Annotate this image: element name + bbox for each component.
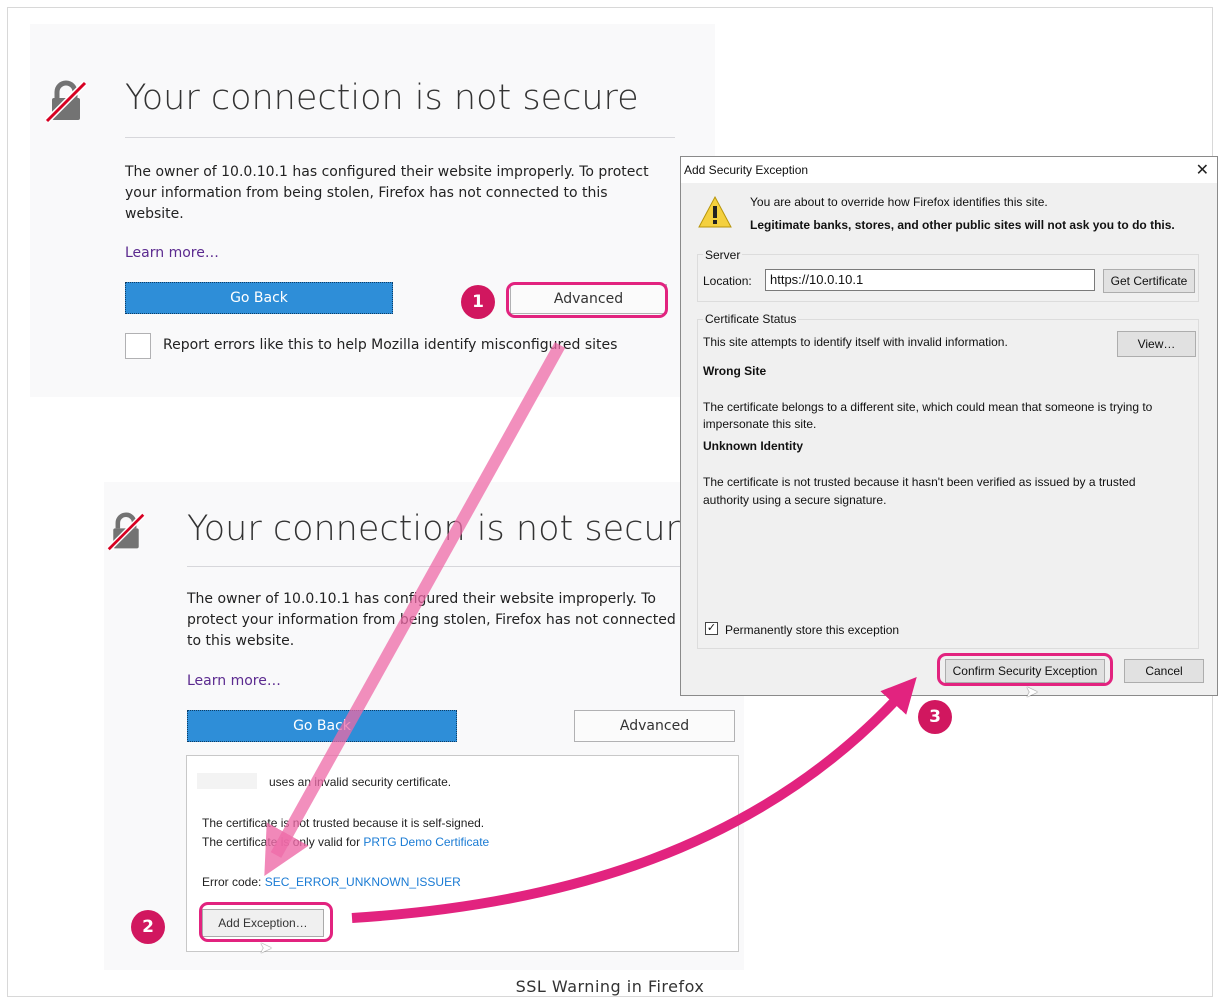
self-signed-text: The certificate is not trusted because i… <box>202 816 485 830</box>
figure-caption: SSL Warning in Firefox <box>515 977 705 996</box>
wrong-site-text-1: The certificate belongs to a different s… <box>703 400 1153 414</box>
prtg-cert-link[interactable]: PRTG Demo Certificate <box>363 835 489 849</box>
add-exception-highlight <box>199 902 333 942</box>
valid-for-text: The certificate is only valid for PRTG D… <box>202 835 489 849</box>
status-group-label: Certificate Status <box>703 312 799 326</box>
page-title: Your connection is not secure <box>125 78 639 118</box>
wrong-site-text-2: impersonate this site. <box>703 417 817 431</box>
unknown-identity-text-2: authority using a secure signature. <box>703 493 887 507</box>
wrong-site-heading: Wrong Site <box>703 364 767 378</box>
step-3-badge: 3 <box>918 700 952 734</box>
broken-lock-icon <box>106 512 146 552</box>
dialog-title: Add Security Exception <box>684 163 809 177</box>
warning-line-1: You are about to override how Firefox id… <box>750 195 1048 209</box>
invalid-cert-text: uses an invalid security certificate. <box>269 775 452 789</box>
permanent-store-label: Permanently store this exception <box>725 623 900 637</box>
valid-for-prefix: The certificate is only valid for <box>202 835 364 849</box>
location-input[interactable]: https://10.0.10.1 <box>765 269 1095 291</box>
server-group-label: Server <box>703 248 743 262</box>
mouse-pointer-icon: ➤ <box>259 938 273 957</box>
redacted-hostname <box>197 773 257 789</box>
close-icon[interactable]: ✕ <box>1196 160 1209 180</box>
unknown-identity-heading: Unknown Identity <box>703 439 803 453</box>
mouse-pointer-icon: ➤ <box>1025 682 1039 701</box>
location-label: Location: <box>703 274 752 288</box>
report-errors-label: Report errors like this to help Mozilla … <box>163 337 618 353</box>
add-security-exception-dialog: Add Security Exception ✕ You are about t… <box>680 156 1218 696</box>
permanent-store-checkbox[interactable]: ✓ <box>705 622 718 635</box>
unknown-identity-text-1: The certificate is not trusted because i… <box>703 475 1136 489</box>
error-description: The owner of 10.0.10.1 has configured th… <box>187 591 676 649</box>
status-text: This site attempts to identify itself wi… <box>703 335 1008 349</box>
step-1-badge: 1 <box>461 285 495 319</box>
report-errors-checkbox[interactable] <box>125 333 151 359</box>
broken-lock-icon <box>44 80 88 124</box>
go-back-button[interactable]: Go Back <box>187 710 457 742</box>
error-code-prefix: Error code: <box>202 875 265 889</box>
advanced-highlight <box>506 282 668 318</box>
error-code-text: Error code: SEC_ERROR_UNKNOWN_ISSUER <box>202 875 461 889</box>
page-title: Your connection is not secure <box>187 509 701 549</box>
title-divider <box>187 566 744 567</box>
error-description: The owner of 10.0.10.1 has configured th… <box>125 164 649 222</box>
get-certificate-button[interactable]: Get Certificate <box>1103 269 1195 293</box>
warning-icon <box>698 195 732 228</box>
advanced-button[interactable]: Advanced <box>574 710 735 742</box>
dialog-titlebar: Add Security Exception ✕ <box>681 157 1217 183</box>
learn-more-link[interactable]: Learn more… <box>125 245 219 261</box>
cancel-button[interactable]: Cancel <box>1124 659 1204 683</box>
warning-line-2: Legitimate banks, stores, and other publ… <box>750 218 1175 232</box>
error-code-link[interactable]: SEC_ERROR_UNKNOWN_ISSUER <box>265 875 461 889</box>
top-error-page: Your connection is not secure The owner … <box>30 24 715 397</box>
step-2-badge: 2 <box>131 910 165 944</box>
view-button[interactable]: View… <box>1117 331 1196 357</box>
title-divider <box>125 137 675 138</box>
learn-more-link[interactable]: Learn more… <box>187 673 281 689</box>
go-back-button[interactable]: Go Back <box>125 282 393 314</box>
